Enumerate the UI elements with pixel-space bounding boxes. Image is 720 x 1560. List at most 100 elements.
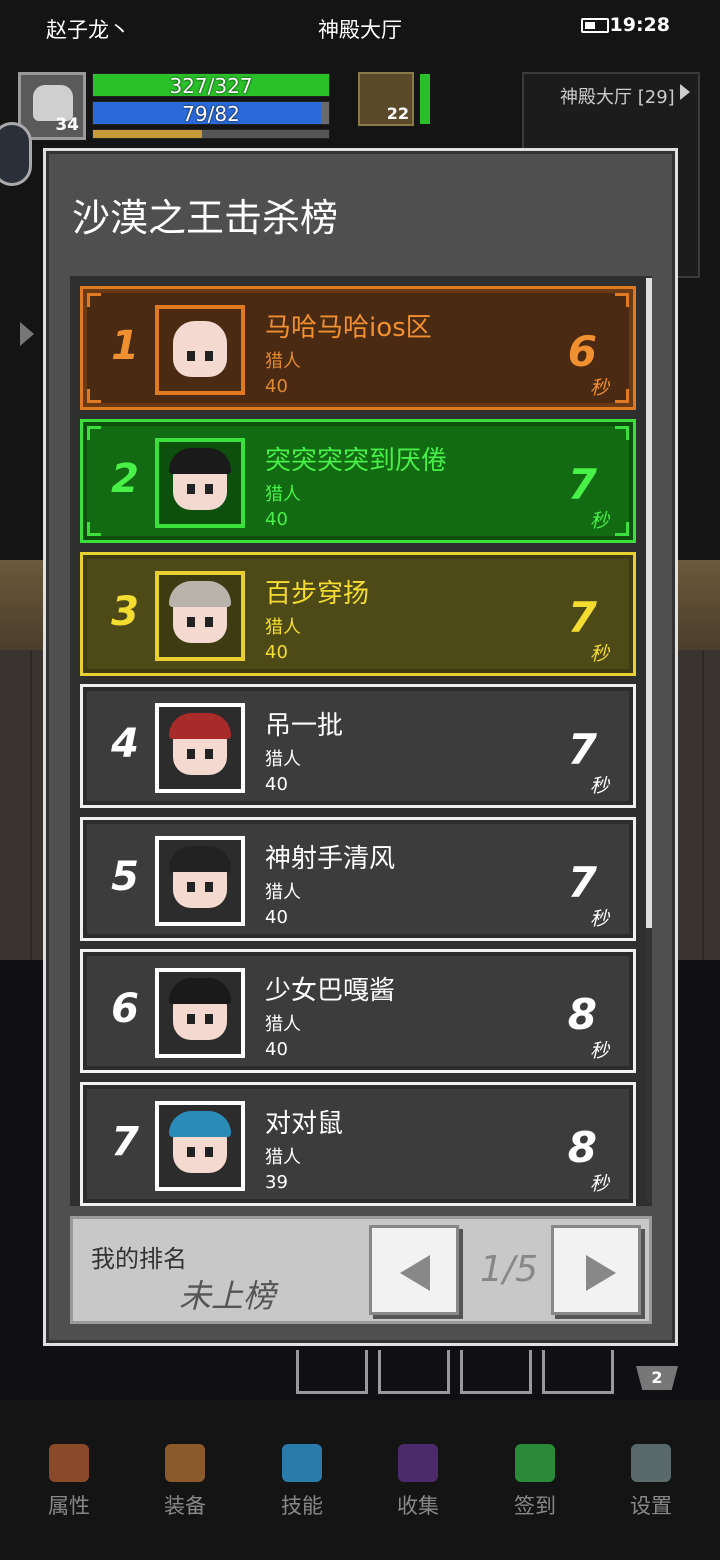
portrait-eye <box>187 1014 195 1024</box>
player-portrait <box>155 703 245 793</box>
side-panel-arrow-icon[interactable] <box>20 322 34 346</box>
row-rank: 6 <box>111 986 139 1032</box>
row-class: 猎人 <box>265 1147 301 1168</box>
row-class: 猎人 <box>265 1014 301 1035</box>
count-badge[interactable]: 2 <box>636 1366 678 1390</box>
minimap-title: 神殿大厅 [29] <box>560 87 675 108</box>
pet-level: 22 <box>386 104 409 123</box>
row-level: 40 <box>265 509 288 530</box>
nav-checkin[interactable]: 签到 <box>485 1444 585 1520</box>
mp-bar: 79/82 <box>92 101 330 126</box>
row-player-name: 突突突突到厌倦 <box>265 446 448 476</box>
portrait-helmet <box>169 713 231 739</box>
portrait-hair <box>169 978 231 1004</box>
modal-title: 沙漠之王击杀榜 <box>72 196 339 240</box>
row-level: 40 <box>265 907 288 928</box>
hp-bar: 327/327 <box>92 73 330 98</box>
skill-orb-icon <box>282 1444 322 1482</box>
quick-slot[interactable] <box>296 1350 368 1394</box>
row-rank: 7 <box>111 1119 139 1165</box>
nav-settings[interactable]: 设置 <box>601 1444 701 1520</box>
portrait-hair <box>169 581 231 607</box>
prev-page-button[interactable] <box>369 1225 459 1315</box>
hp-text: 327/327 <box>169 74 253 98</box>
ornament-corner <box>615 389 629 403</box>
next-page-button[interactable] <box>551 1225 641 1315</box>
row-rank: 4 <box>111 721 139 767</box>
leaderboard-row[interactable]: 6 少女巴嘎酱 猎人 40 8 秒 <box>80 949 636 1073</box>
portrait-eye <box>205 617 213 627</box>
portrait-eye <box>187 484 195 494</box>
nav-label: 收集 <box>397 1494 439 1518</box>
row-player-name: 对对鼠 <box>265 1109 344 1139</box>
quick-slot[interactable] <box>378 1350 450 1394</box>
status-bar: 赵子龙丶 神殿大厅 19:28 <box>0 0 720 56</box>
portrait-face <box>173 321 227 377</box>
row-class: 猎人 <box>265 617 301 638</box>
battery-icon <box>581 18 609 33</box>
ornament-corner <box>87 293 101 307</box>
leaderboard-row[interactable]: 7 对对鼠 猎人 39 8 秒 <box>80 1082 636 1206</box>
player-portrait <box>155 571 245 661</box>
row-rank: 3 <box>111 589 139 635</box>
row-time-unit: 秒 <box>589 643 609 665</box>
pet-avatar[interactable]: 22 <box>358 72 414 126</box>
my-rank-panel: 我的排名 未上榜 1/5 <box>70 1216 652 1324</box>
nav-skills[interactable]: 技能 <box>252 1444 352 1520</box>
xp-fill <box>93 130 202 138</box>
chat-bubble-button[interactable] <box>0 122 32 186</box>
player-portrait <box>155 305 245 395</box>
row-level: 40 <box>265 642 288 663</box>
helmet-icon <box>49 1444 89 1482</box>
row-time-unit: 秒 <box>589 908 609 930</box>
leaderboard-row[interactable]: 1 马哈马哈ios区 猎人 40 6 秒 <box>80 286 636 410</box>
leaderboard-list[interactable]: 1 马哈马哈ios区 猎人 40 6 秒 2 突突突突到厌倦 猎人 40 7 秒… <box>70 276 652 1206</box>
row-time: 7 <box>567 858 597 907</box>
ornament-corner <box>87 426 101 440</box>
book-icon <box>398 1444 438 1482</box>
ornament-corner <box>87 389 101 403</box>
nav-label: 技能 <box>281 1494 323 1518</box>
portrait-eye <box>187 1147 195 1157</box>
quick-slot[interactable] <box>542 1350 614 1394</box>
row-class: 猎人 <box>265 351 301 372</box>
portrait-hair <box>169 846 231 872</box>
row-time: 7 <box>567 460 597 509</box>
arrow-right-icon <box>586 1255 616 1291</box>
nav-collection[interactable]: 收集 <box>368 1444 468 1520</box>
portrait-hair <box>169 1111 231 1137</box>
nav-attributes[interactable]: 属性 <box>19 1444 119 1520</box>
player-portrait <box>155 836 245 926</box>
leaderboard-modal: 沙漠之王击杀榜 1 马哈马哈ios区 猎人 40 6 秒 2 突突突突到厌倦 猎… <box>43 148 678 1346</box>
bottom-nav: 属性 装备 技能 收集 签到 设置 <box>0 1430 720 1560</box>
bag-icon <box>165 1444 205 1482</box>
portrait-eye <box>187 617 195 627</box>
row-time-unit: 秒 <box>589 510 609 532</box>
row-time-unit: 秒 <box>589 1040 609 1062</box>
row-time: 8 <box>567 1123 597 1172</box>
arrow-left-icon <box>400 1255 430 1291</box>
ornament-corner <box>615 522 629 536</box>
scrollbar-thumb[interactable] <box>646 278 652 928</box>
row-time: 8 <box>567 990 597 1039</box>
portrait-eye <box>187 351 195 361</box>
minimap-expand-icon[interactable] <box>680 84 690 100</box>
xp-bar <box>92 129 330 139</box>
row-class: 猎人 <box>265 484 301 505</box>
nav-label: 属性 <box>48 1494 90 1518</box>
ornament-corner <box>615 293 629 307</box>
nav-label: 装备 <box>164 1494 206 1518</box>
quick-slot[interactable] <box>460 1350 532 1394</box>
row-rank: 2 <box>111 456 139 502</box>
portrait-eye <box>187 749 195 759</box>
leaderboard-row[interactable]: 4 吊一批 猎人 40 7 秒 <box>80 684 636 808</box>
gear-icon <box>631 1444 671 1482</box>
gem-icon <box>515 1444 555 1482</box>
portrait-eye <box>205 1014 213 1024</box>
leaderboard-row[interactable]: 5 神射手清风 猎人 40 7 秒 <box>80 817 636 941</box>
status-time: 19:28 <box>609 14 670 36</box>
nav-equipment[interactable]: 装备 <box>135 1444 235 1520</box>
leaderboard-row[interactable]: 3 百步穿扬 猎人 40 7 秒 <box>80 552 636 676</box>
leaderboard-row[interactable]: 2 突突突突到厌倦 猎人 40 7 秒 <box>80 419 636 543</box>
row-player-name: 马哈马哈ios区 <box>265 313 432 343</box>
